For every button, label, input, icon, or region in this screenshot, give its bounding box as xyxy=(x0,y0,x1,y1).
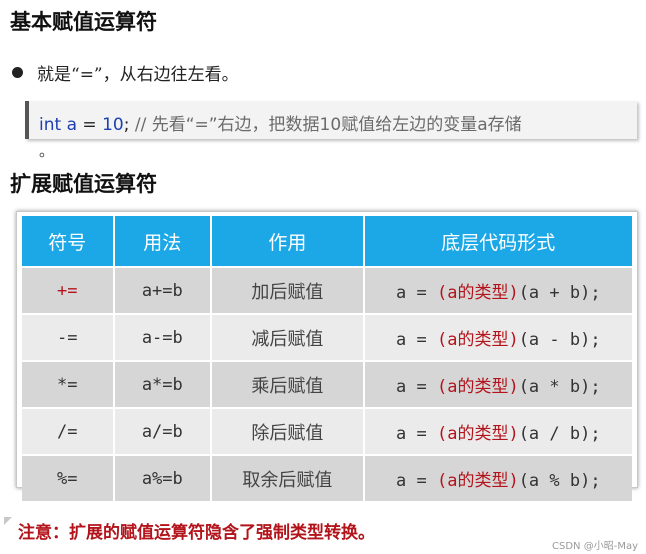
header-effect: 作用 xyxy=(211,216,365,267)
code-cast: (a的类型) xyxy=(436,330,519,350)
code-value: 10 xyxy=(102,115,124,135)
code-lhs: a = xyxy=(396,424,437,444)
code-rhs: (a / b); xyxy=(518,424,601,444)
code-cast: (a的类型) xyxy=(436,377,519,397)
bullet-text: 就是“=”，从右边往左看。 xyxy=(37,65,239,85)
cell-usage: a/=b xyxy=(113,407,213,455)
cell-usage: a+=b xyxy=(113,266,213,314)
cell-code: a = (a的类型)(a * b); xyxy=(363,360,632,408)
cell-effect: 减后赋值 xyxy=(211,313,365,361)
operator-table: 符号 用法 作用 底层代码形式 += a+=b 加后赋值 a = (a的类型)(… xyxy=(22,216,632,501)
cell-symbol: *= xyxy=(22,360,115,408)
cell-usage: a%=b xyxy=(113,454,213,501)
code-lhs: a = xyxy=(396,471,437,491)
code-trailing-period: 。 xyxy=(39,142,55,160)
table-row: %= a%=b 取余后赋值 a = (a的类型)(a % b); xyxy=(22,454,632,501)
section-title-basic-assignment: 基本赋值运算符 xyxy=(10,9,157,34)
cell-usage: a*=b xyxy=(113,360,213,408)
cell-effect: 乘后赋值 xyxy=(211,360,365,408)
code-variable: a xyxy=(66,115,77,135)
cell-symbol: += xyxy=(22,266,115,314)
code-rhs: (a + b); xyxy=(518,283,601,303)
code-rhs: (a % b); xyxy=(518,471,601,491)
code-cast: (a的类型) xyxy=(436,424,519,444)
cell-symbol: %= xyxy=(22,454,115,501)
code-keyword: int xyxy=(39,115,62,135)
code-semicolon: ; xyxy=(123,115,130,135)
code-lhs: a = xyxy=(396,330,437,350)
cell-symbol: /= xyxy=(22,407,115,455)
section-title-extended-assignment: 扩展赋值运算符 xyxy=(10,171,157,196)
table-header-row: 符号 用法 作用 底层代码形式 xyxy=(22,216,632,267)
code-lhs: a = xyxy=(396,283,437,303)
header-symbol: 符号 xyxy=(22,216,115,267)
bullet-item: 就是“=”，从右边往左看。 xyxy=(12,60,239,85)
code-rhs: (a * b); xyxy=(518,377,601,397)
code-comment: // 先看“=”右边，把数据10赋值给左边的变量a存储 xyxy=(134,115,522,135)
cell-code: a = (a的类型)(a + b); xyxy=(363,266,632,314)
cell-code: a = (a的类型)(a % b); xyxy=(363,454,632,501)
header-usage: 用法 xyxy=(113,216,213,267)
cell-code: a = (a的类型)(a - b); xyxy=(363,313,632,361)
code-lhs: a = xyxy=(396,377,437,397)
table-row: -= a-=b 减后赋值 a = (a的类型)(a - b); xyxy=(22,313,632,361)
cell-effect: 除后赋值 xyxy=(211,407,365,455)
cell-usage: a-=b xyxy=(113,313,213,361)
code-rhs: (a - b); xyxy=(518,330,601,350)
note-text: 注意：扩展的赋值运算符隐含了强制类型转换。 xyxy=(18,523,375,543)
operator-table-container: 符号 用法 作用 底层代码形式 += a+=b 加后赋值 a = (a的类型)(… xyxy=(16,211,638,501)
table-row: += a+=b 加后赋值 a = (a的类型)(a + b); xyxy=(22,266,632,314)
table-row: /= a/=b 除后赋值 a = (a的类型)(a / b); xyxy=(22,407,632,455)
watermark: CSDN @小昭-May xyxy=(552,541,638,552)
bullet-icon xyxy=(12,67,23,78)
cell-symbol: -= xyxy=(22,313,115,361)
note-corner-icon xyxy=(4,517,12,525)
cell-code: a = (a的类型)(a / b); xyxy=(363,407,632,455)
code-example-box: int a = 10; // 先看“=”右边，把数据10赋值给左边的变量a存储 xyxy=(25,101,637,139)
code-cast: (a的类型) xyxy=(436,283,519,303)
cell-effect: 加后赋值 xyxy=(211,266,365,314)
code-cast: (a的类型) xyxy=(436,471,519,491)
code-operator: = xyxy=(82,115,97,135)
table-row: *= a*=b 乘后赋值 a = (a的类型)(a * b); xyxy=(22,360,632,408)
cell-effect: 取余后赋值 xyxy=(211,454,365,501)
header-underlying-code: 底层代码形式 xyxy=(363,216,632,267)
